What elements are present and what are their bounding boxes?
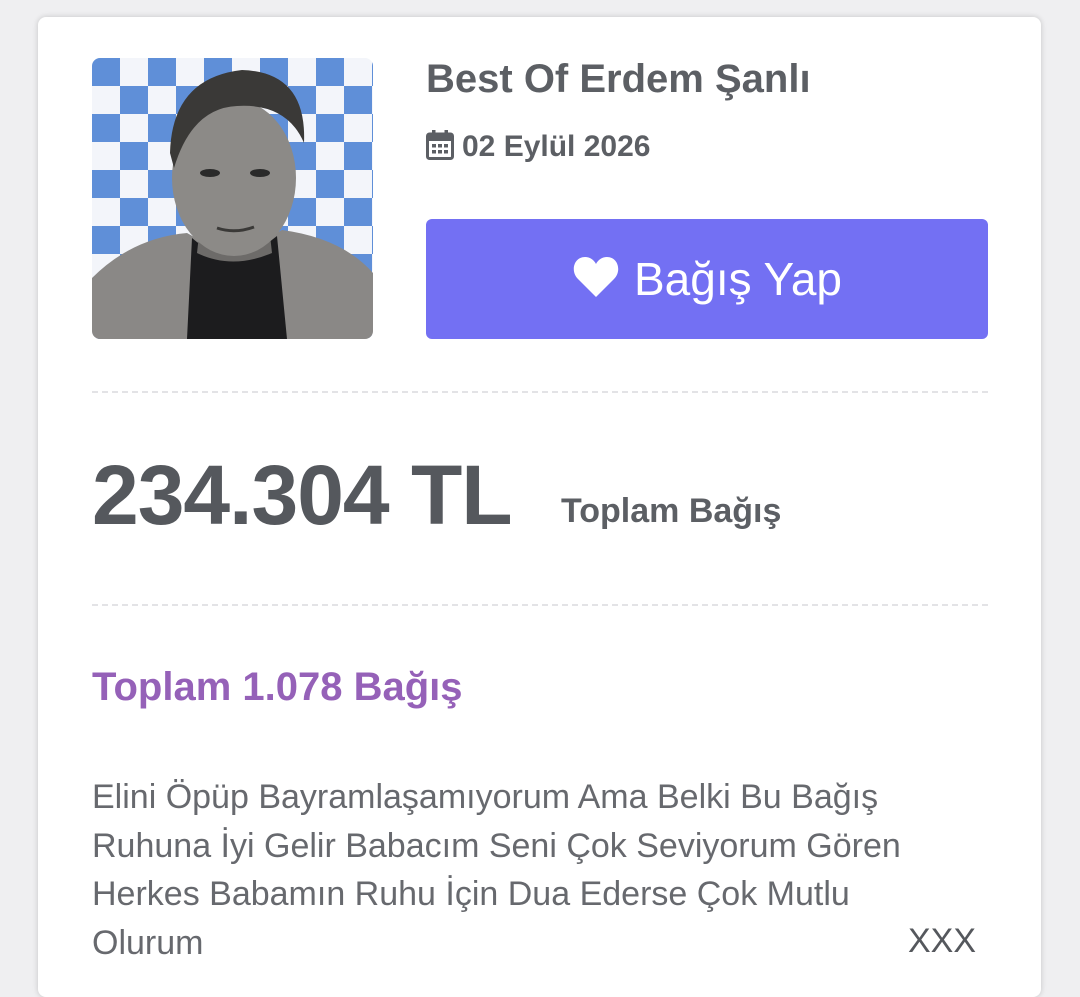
campaign-date: 02 Eylül 2026 <box>426 129 650 165</box>
divider <box>92 391 988 393</box>
artist-avatar <box>92 58 373 339</box>
campaign-card: Best Of Erdem Şanlı 02 Eylül 2026 Bağış … <box>38 17 1041 997</box>
campaign-date-text: 02 Eylül 2026 <box>462 130 651 163</box>
calendar-icon <box>426 129 454 165</box>
divider <box>92 604 988 606</box>
heart-icon <box>572 255 620 304</box>
donate-button[interactable]: Bağış Yap <box>426 219 988 339</box>
total-amount-label: Toplam Bağış <box>561 492 782 530</box>
donation-message: Elini Öpüp Bayramlaşamıyorum Ama Belki B… <box>92 778 901 962</box>
total-amount: 234.304 TL <box>92 448 513 542</box>
campaign-title: Best Of Erdem Şanlı <box>426 57 811 101</box>
donor-signature: XXX <box>908 922 977 960</box>
donate-button-label: Bağış Yap <box>633 253 842 305</box>
donation-count: Toplam 1.078 Bağış <box>92 665 463 709</box>
